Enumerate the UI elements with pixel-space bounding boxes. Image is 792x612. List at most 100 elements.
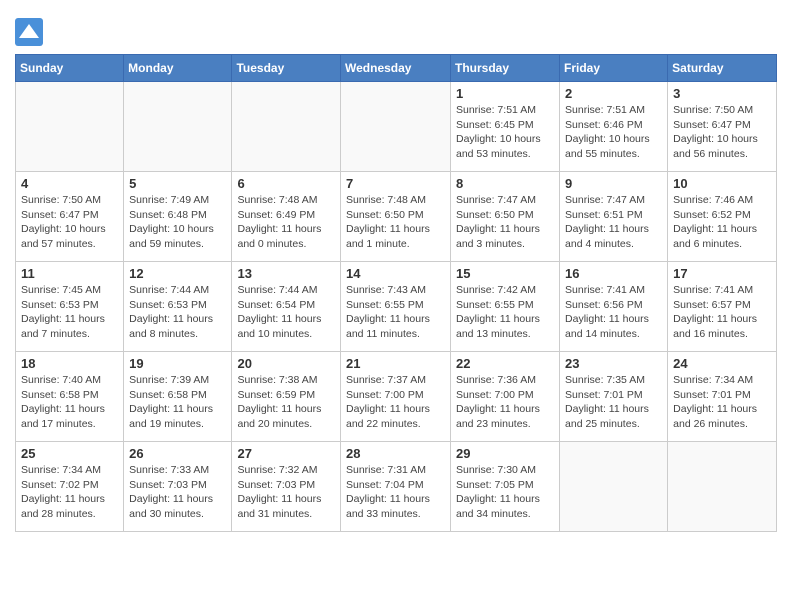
calendar-day-cell: 14 Sunrise: 7:43 AM Sunset: 6:55 PM Dayli… [341,262,451,352]
calendar-day-cell: 20Sunrise: 7:38 AM Sunset: 6:59 PM Dayli… [232,352,341,442]
day-number: 27 [237,446,335,461]
day-number: 12 [129,266,226,281]
day-info: Sunrise: 7:51 AM Sunset: 6:46 PM Dayligh… [565,103,662,162]
calendar-day-cell: 17 Sunrise: 7:41 AM Sunset: 6:57 PM Dayli… [668,262,777,352]
day-number: 3 [673,86,771,101]
day-number: 4 [21,176,118,191]
calendar-day-cell: 19 Sunrise: 7:39 AM Sunset: 6:58 PM Dayli… [124,352,232,442]
weekday-header-row: SundayMondayTuesdayWednesdayThursdayFrid… [16,55,777,82]
day-info: Sunrise: 7:50 AM Sunset: 6:47 PM Dayligh… [21,193,118,252]
calendar-day-cell: 21Sunrise: 7:37 AM Sunset: 7:00 PM Dayli… [341,352,451,442]
calendar-day-cell: 2 Sunrise: 7:51 AM Sunset: 6:46 PM Daylig… [560,82,668,172]
day-info: Sunrise: 7:46 AM Sunset: 6:52 PM Dayligh… [673,193,771,252]
calendar-day-cell: 26 Sunrise: 7:33 AM Sunset: 7:03 PM Dayli… [124,442,232,532]
calendar-week-row: 4 Sunrise: 7:50 AM Sunset: 6:47 PM Daylig… [16,172,777,262]
day-info: Sunrise: 7:47 AM Sunset: 6:50 PM Dayligh… [456,193,554,252]
calendar: SundayMondayTuesdayWednesdayThursdayFrid… [15,54,777,532]
calendar-day-cell: 27 Sunrise: 7:32 AM Sunset: 7:03 PM Dayli… [232,442,341,532]
weekday-header-monday: Monday [124,55,232,82]
calendar-day-cell [668,442,777,532]
day-info: Sunrise: 7:48 AM Sunset: 6:50 PM Dayligh… [346,193,445,252]
calendar-day-cell: 12 Sunrise: 7:44 AM Sunset: 6:53 PM Dayli… [124,262,232,352]
weekday-header-friday: Friday [560,55,668,82]
day-number: 10 [673,176,771,191]
day-info: Sunrise: 7:51 AM Sunset: 6:45 PM Dayligh… [456,103,554,162]
day-info: Sunrise: 7:43 AM Sunset: 6:55 PM Dayligh… [346,283,445,342]
calendar-day-cell: 24 Sunrise: 7:34 AM Sunset: 7:01 PM Dayli… [668,352,777,442]
day-number: 7 [346,176,445,191]
calendar-day-cell: 10 Sunrise: 7:46 AM Sunset: 6:52 PM Dayli… [668,172,777,262]
day-info: Sunrise: 7:50 AM Sunset: 6:47 PM Dayligh… [673,103,771,162]
calendar-week-row: 11 Sunrise: 7:45 AM Sunset: 6:53 PM Dayli… [16,262,777,352]
day-number: 18 [21,356,118,371]
day-number: 15 [456,266,554,281]
weekday-header-saturday: Saturday [668,55,777,82]
calendar-day-cell: 22 Sunrise: 7:36 AM Sunset: 7:00 PM Dayli… [451,352,560,442]
calendar-day-cell: 28 Sunrise: 7:31 AM Sunset: 7:04 PM Dayli… [341,442,451,532]
day-info: Sunrise: 7:38 AM Sunset: 6:59 PM Dayligh… [237,373,335,432]
calendar-day-cell: 4 Sunrise: 7:50 AM Sunset: 6:47 PM Daylig… [16,172,124,262]
day-number: 25 [21,446,118,461]
day-info: Sunrise: 7:48 AM Sunset: 6:49 PM Dayligh… [237,193,335,252]
calendar-day-cell: 16 Sunrise: 7:41 AM Sunset: 6:56 PM Dayli… [560,262,668,352]
day-number: 8 [456,176,554,191]
day-info: Sunrise: 7:40 AM Sunset: 6:58 PM Dayligh… [21,373,118,432]
calendar-day-cell: 7 Sunrise: 7:48 AM Sunset: 6:50 PM Daylig… [341,172,451,262]
calendar-week-row: 18 Sunrise: 7:40 AM Sunset: 6:58 PM Dayli… [16,352,777,442]
day-info: Sunrise: 7:34 AM Sunset: 7:01 PM Dayligh… [673,373,771,432]
calendar-day-cell: 13 Sunrise: 7:44 AM Sunset: 6:54 PM Dayli… [232,262,341,352]
day-number: 14 [346,266,445,281]
day-info: Sunrise: 7:36 AM Sunset: 7:00 PM Dayligh… [456,373,554,432]
calendar-day-cell [232,82,341,172]
day-number: 2 [565,86,662,101]
calendar-day-cell: 29 Sunrise: 7:30 AM Sunset: 7:05 PM Dayli… [451,442,560,532]
day-info: Sunrise: 7:41 AM Sunset: 6:57 PM Dayligh… [673,283,771,342]
calendar-day-cell: 5 Sunrise: 7:49 AM Sunset: 6:48 PM Daylig… [124,172,232,262]
day-info: Sunrise: 7:33 AM Sunset: 7:03 PM Dayligh… [129,463,226,522]
day-number: 6 [237,176,335,191]
day-info: Sunrise: 7:31 AM Sunset: 7:04 PM Dayligh… [346,463,445,522]
logo [15,18,47,46]
day-number: 22 [456,356,554,371]
day-info: Sunrise: 7:42 AM Sunset: 6:55 PM Dayligh… [456,283,554,342]
calendar-day-cell: 18 Sunrise: 7:40 AM Sunset: 6:58 PM Dayli… [16,352,124,442]
day-info: Sunrise: 7:49 AM Sunset: 6:48 PM Dayligh… [129,193,226,252]
calendar-day-cell [124,82,232,172]
header [15,10,777,46]
day-number: 23 [565,356,662,371]
weekday-header-tuesday: Tuesday [232,55,341,82]
day-info: Sunrise: 7:32 AM Sunset: 7:03 PM Dayligh… [237,463,335,522]
logo-icon [15,18,43,46]
day-number: 26 [129,446,226,461]
calendar-day-cell: 1 Sunrise: 7:51 AM Sunset: 6:45 PM Daylig… [451,82,560,172]
day-number: 17 [673,266,771,281]
day-info: Sunrise: 7:41 AM Sunset: 6:56 PM Dayligh… [565,283,662,342]
day-number: 11 [21,266,118,281]
day-number: 5 [129,176,226,191]
weekday-header-sunday: Sunday [16,55,124,82]
day-info: Sunrise: 7:44 AM Sunset: 6:54 PM Dayligh… [237,283,335,342]
day-info: Sunrise: 7:37 AM Sunset: 7:00 PM Dayligh… [346,373,445,432]
calendar-day-cell: 11 Sunrise: 7:45 AM Sunset: 6:53 PM Dayli… [16,262,124,352]
calendar-day-cell [341,82,451,172]
day-number: 1 [456,86,554,101]
day-number: 28 [346,446,445,461]
calendar-week-row: 1 Sunrise: 7:51 AM Sunset: 6:45 PM Daylig… [16,82,777,172]
day-info: Sunrise: 7:44 AM Sunset: 6:53 PM Dayligh… [129,283,226,342]
day-number: 16 [565,266,662,281]
calendar-day-cell: 8 Sunrise: 7:47 AM Sunset: 6:50 PM Daylig… [451,172,560,262]
day-info: Sunrise: 7:45 AM Sunset: 6:53 PM Dayligh… [21,283,118,342]
day-info: Sunrise: 7:47 AM Sunset: 6:51 PM Dayligh… [565,193,662,252]
day-number: 29 [456,446,554,461]
calendar-day-cell: 3 Sunrise: 7:50 AM Sunset: 6:47 PM Daylig… [668,82,777,172]
day-number: 13 [237,266,335,281]
day-info: Sunrise: 7:30 AM Sunset: 7:05 PM Dayligh… [456,463,554,522]
day-number: 9 [565,176,662,191]
calendar-day-cell: 25Sunrise: 7:34 AM Sunset: 7:02 PM Dayli… [16,442,124,532]
day-number: 24 [673,356,771,371]
calendar-day-cell [16,82,124,172]
calendar-day-cell [560,442,668,532]
calendar-day-cell: 15 Sunrise: 7:42 AM Sunset: 6:55 PM Dayli… [451,262,560,352]
day-info: Sunrise: 7:39 AM Sunset: 6:58 PM Dayligh… [129,373,226,432]
day-number: 19 [129,356,226,371]
